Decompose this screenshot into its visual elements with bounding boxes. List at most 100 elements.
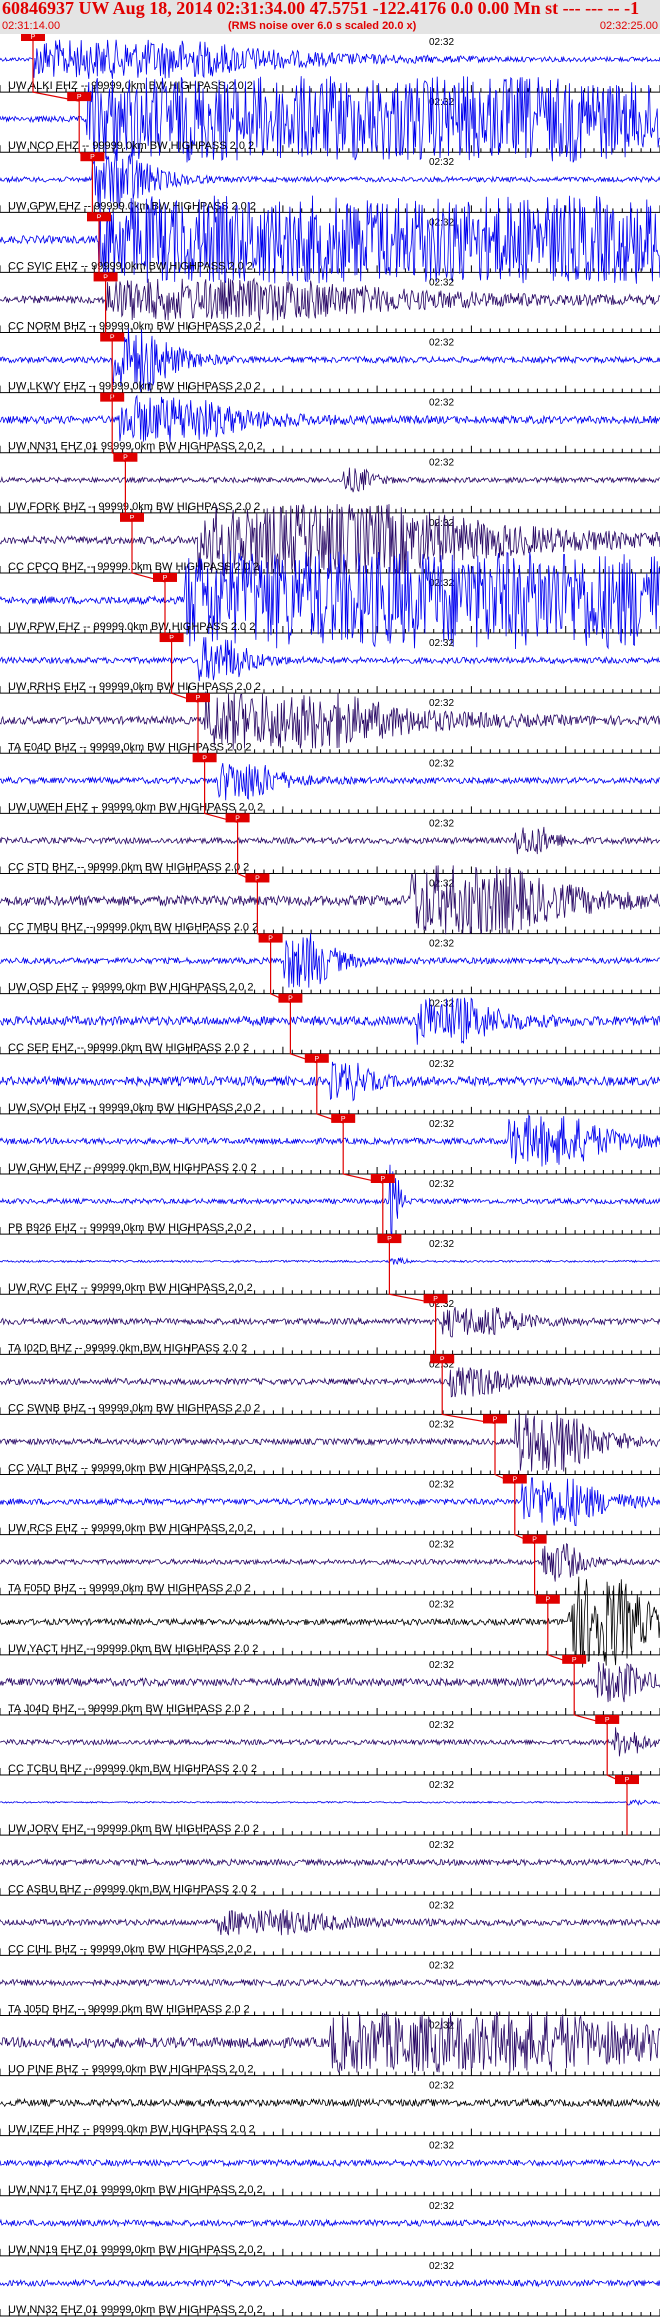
trace-waveform xyxy=(0,1114,660,1167)
trace-label: CC SEP EHZ -- 99999.0km BW HIGHPASS 2.0 … xyxy=(8,1042,249,1054)
pick-label: P xyxy=(169,635,174,642)
trace-waveform xyxy=(0,1543,660,1582)
trace-label: CC TMBU BHZ -- 99999.0km BW HIGHPASS 2.0… xyxy=(8,922,258,934)
trace-label: UW NN19 EHZ 01 99999.0km BW HIGHPASS 2.0… xyxy=(8,2244,263,2256)
trace-time-tick: 02:32 xyxy=(429,939,454,950)
trace-label: UW OSD EHZ -- 99999.0km BW HIGHPASS 2.0 … xyxy=(8,982,254,994)
trace-label: UW RPW EHZ -- 99999.0km BW HIGHPASS 2.0 … xyxy=(8,621,255,633)
trace-waveform xyxy=(0,1978,660,1988)
trace-waveform xyxy=(0,933,660,988)
trace-time-tick: 02:32 xyxy=(429,1480,454,1491)
trace-label: TA F05D BHZ -- 99999.0km BW HIGHPASS 2.0… xyxy=(8,1583,251,1595)
trace-time-tick: 02:32 xyxy=(429,698,454,709)
trace-waveform xyxy=(0,1799,660,1806)
pick-label: P xyxy=(202,755,207,762)
trace-time-tick: 02:32 xyxy=(429,1840,454,1851)
trace-label: PB B926 EHZ -- 99999.0km BW HIGHPASS 2.0… xyxy=(8,1222,252,1234)
trace-label: UW NN17 EHZ 01 99999.0km BW HIGHPASS 2.0… xyxy=(8,2184,263,2196)
trace-label: CC NORM BHZ -- 99999.0km BW HIGHPASS 2.0… xyxy=(8,321,261,333)
pick-label: P xyxy=(97,214,102,221)
trace-label: UW JORV EHZ -- 99999.0km BW HIGHPASS 2.0… xyxy=(8,1823,259,1835)
trace-waveform xyxy=(0,763,660,801)
trace-waveform xyxy=(0,2218,660,2228)
pick-label: P xyxy=(110,335,115,342)
trace-time-tick: 02:32 xyxy=(429,458,454,469)
trace-label: TA I02D BHZ -- 99999.0km BW HIGHPASS 2.0… xyxy=(8,1342,247,1354)
trace-label: CC SVIC EHZ -- 99999.0km BW HIGHPASS 2.0… xyxy=(8,260,253,272)
trace-waveform xyxy=(0,637,660,682)
trace-waveform xyxy=(0,1727,660,1757)
trace-label: UW YACT HHZ -- 99999.0km BW HIGHPASS 2.0… xyxy=(8,1643,258,1655)
pick-label: P xyxy=(387,1236,392,1243)
start-time-label: 02:31:14.00 xyxy=(2,20,61,32)
trace-time-tick: 02:32 xyxy=(429,1540,454,1551)
end-time-label: 02:32:25.00 xyxy=(599,20,658,32)
pick-label: P xyxy=(130,515,135,522)
trace-waveform xyxy=(0,1367,660,1398)
trace-waveform xyxy=(0,1061,660,1102)
trace-label: UW GHW EHZ -- 99999.0km BW HIGHPASS 2.0 … xyxy=(8,1162,257,1174)
trace-label: TA J04D BHZ -- 99999.0km BW HIGHPASS 2.0… xyxy=(8,1703,250,1715)
trace-label: UO PINE BHZ -- 99999.0km BW HIGHPASS 2.0… xyxy=(8,2064,254,2076)
trace-time-tick: 02:32 xyxy=(429,1119,454,1130)
trace-time-tick: 02:32 xyxy=(429,2201,454,2212)
trace-label: UW ALKI EHZ -- 99999.0km BW HIGHPASS 2.0… xyxy=(8,80,253,92)
trace-time-tick: 02:32 xyxy=(429,638,454,649)
trace-waveform xyxy=(0,277,660,322)
trace-waveform xyxy=(0,2158,660,2168)
pick-label: P xyxy=(433,1296,438,1303)
trace-time-tick: 02:32 xyxy=(429,1600,454,1611)
trace-waveform xyxy=(0,826,660,855)
seismogram-plot: 02:32 UW ALKI EHZ -- 99999.0km BW HIGHPAS… xyxy=(0,34,660,2317)
trace-label: CC TCBU BHZ -- 99999.0km BW HIGHPASS 2.0… xyxy=(8,1763,257,1775)
trace-label: UW RVC EHZ -- 99999.0km BW HIGHPASS 2.0 … xyxy=(8,1282,253,1294)
trace-label: CC CPCO BHZ -- 99999.0km BW HIGHPASS 2.0… xyxy=(8,561,259,573)
trace-time-tick: 02:32 xyxy=(429,1179,454,1190)
trace-label: CC VALT BHZ -- 99999.0km BW HIGHPASS 2.0… xyxy=(8,1463,253,1475)
trace-time-tick: 02:32 xyxy=(429,1780,454,1791)
trace-waveform xyxy=(0,1661,660,1703)
trace-time-tick: 02:32 xyxy=(429,2261,454,2272)
trace-time-tick: 02:32 xyxy=(429,1239,454,1250)
pick-label: P xyxy=(235,815,240,822)
trace-label: CC ASBU BHZ -- 99999.0km BW HIGHPASS 2.0… xyxy=(8,1883,257,1895)
trace-waveform xyxy=(0,394,660,443)
trace-time-tick: 02:32 xyxy=(429,1900,454,1911)
pick-label: P xyxy=(31,34,36,41)
trace-label: UW LKWY EHZ -- 99999.0km BW HIGHPASS 2.0… xyxy=(8,381,261,393)
trace-time-tick: 02:32 xyxy=(429,37,454,48)
pick-label: P xyxy=(380,1176,385,1183)
trace-time-tick: 02:32 xyxy=(429,277,454,288)
plot-header: 60846937 UW Aug 18, 2014 02:31:34.00 47.… xyxy=(0,0,660,34)
trace-label: UW NN32 EHZ 01 99999.0km BW HIGHPASS 2.0… xyxy=(8,2304,263,2316)
trace-label: TA E04D BHZ -- 99999.0km BW HIGHPASS 2.0… xyxy=(8,741,252,753)
trace-waveform xyxy=(0,39,660,79)
trace-time-tick: 02:32 xyxy=(429,2081,454,2092)
trace-time-tick: 02:32 xyxy=(429,1419,454,1430)
trace-label: CC STD BHZ -- 99999.0km BW HIGHPASS 2.0 … xyxy=(8,861,249,873)
trace-time-tick: 02:32 xyxy=(429,1720,454,1731)
trace-label: UW NCO EHZ -- 99999.0km BW HIGHPASS 2.0 … xyxy=(8,140,254,152)
trace-time-tick: 02:32 xyxy=(429,398,454,409)
trace-waveform xyxy=(0,997,660,1045)
trace-time-tick: 02:32 xyxy=(429,1960,454,1971)
trace-time-tick: 02:32 xyxy=(429,818,454,829)
trace-label: UW RCS EHZ -- 99999.0km BW HIGHPASS 2.0 … xyxy=(8,1523,253,1535)
trace-label: UW SVOH EHZ -- 99999.0km BW HIGHPASS 2.0… xyxy=(8,1102,261,1114)
event-title: 60846937 UW Aug 18, 2014 02:31:34.00 47.… xyxy=(2,0,640,18)
pick-label: P xyxy=(440,1356,445,1363)
trace-label: TA J05D BHZ -- 99999.0km BW HIGHPASS 2.0… xyxy=(8,2003,250,2015)
pick-line xyxy=(32,41,628,1836)
pick-label: P xyxy=(103,274,108,281)
trace-waveform xyxy=(0,2278,660,2288)
pick-label: P xyxy=(493,1416,498,1423)
trace-label: UW IZEE HHZ -- 99999.0km BW HIGHPASS 2.0… xyxy=(8,2124,255,2136)
trace-time-tick: 02:32 xyxy=(429,157,454,168)
pick-label: P xyxy=(77,94,82,101)
rms-note: (RMS noise over 6.0 s scaled 20.0 x) xyxy=(228,20,417,32)
trace-time-tick: 02:32 xyxy=(429,1660,454,1671)
trace-time-tick: 02:32 xyxy=(429,1059,454,1070)
trace-label: UW RRHS EHZ -- 99999.0km BW HIGHPASS 2.0… xyxy=(8,681,261,693)
trace-waveform xyxy=(0,1477,660,1527)
trace-waveform xyxy=(0,2097,660,2108)
